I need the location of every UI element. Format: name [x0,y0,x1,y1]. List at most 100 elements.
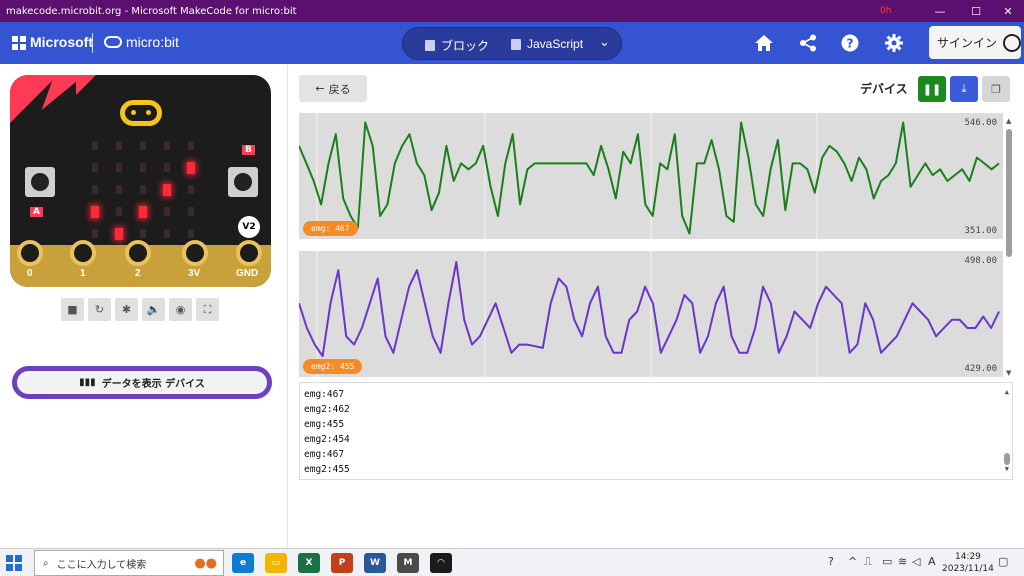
button-b-label: B [242,145,255,155]
serial-console[interactable]: emg:467 emg2:462 emg:455 emg2:454 emg:46… [299,382,1013,480]
photos-app-icon[interactable]: ◠ [430,553,452,573]
led-pixel [92,185,98,194]
led-pixel [92,229,98,238]
pause-button[interactable]: ❚❚ [918,76,946,102]
console-line: emg:455 [304,419,345,430]
product-name[interactable]: micro:bit [126,34,179,50]
chevron-down-icon[interactable]: ⌄ [599,35,610,50]
tab-javascript[interactable]: JavaScript [511,37,583,51]
powerpoint-icon[interactable]: P [331,553,353,573]
microbit-face-logo-icon[interactable] [120,100,162,126]
microsoft-logo-icon [12,36,26,50]
tab-blocks[interactable]: ブロック [425,37,489,54]
show-data-button[interactable]: ▮▮▮ データを表示 デバイス [12,366,272,399]
button-a-label: A [30,207,43,217]
pin-1[interactable] [70,240,96,266]
minimize-button[interactable]: — [924,0,956,22]
charts-scrollbar[interactable]: ▲ ▼ [1005,117,1013,377]
copy-button[interactable]: ❐ [982,76,1010,102]
back-button[interactable]: ← 戻る [299,75,367,102]
series-line-emg2 [299,261,1000,358]
user-avatar-icon [1003,33,1021,52]
scroll-down-icon[interactable]: ▼ [1006,369,1011,377]
fullscreen-icon[interactable]: ⛶ [196,298,219,321]
led-pixel [188,141,194,150]
microbit-board: A B V2 0 1 2 3V GND [10,75,271,287]
pin-label: 1 [80,268,86,279]
volume-icon[interactable]: ◁ [912,555,920,568]
signin-button[interactable]: サインイン [929,26,1021,59]
js-icon [511,38,521,50]
makecode-app-icon[interactable]: M [397,553,419,573]
pin-label: GND [236,268,259,279]
console-line: emg:467 [304,449,345,460]
pin-label: 0 [27,268,33,279]
ime-indicator[interactable]: A [928,555,936,568]
taskbar-search[interactable]: ⌕ ここに入力して検索 ●● [34,550,224,576]
chart-ymin: 351.00 [964,226,997,236]
svg-text:?: ? [847,37,854,51]
maximize-button[interactable]: ☐ [960,0,992,22]
led-pixel [140,185,146,194]
version-badge: V2 [238,216,260,238]
bar-chart-icon: ▮▮▮ [79,377,96,388]
pin-2[interactable] [125,240,151,266]
pin-0[interactable] [17,240,43,266]
back-label: 戻る [328,82,351,96]
wifi-icon[interactable]: ≋ [898,555,907,568]
led-pixel [163,184,171,196]
close-button[interactable]: ✕ [992,0,1024,22]
button-b[interactable] [228,167,258,197]
led-pixel [164,163,170,172]
windows-start-icon[interactable] [6,555,22,571]
help-tray-icon[interactable]: ? [828,555,834,568]
series-tag: emg2: 455 [303,359,363,374]
led-pixel [188,207,194,216]
console-line: emg2:462 [304,404,350,415]
led-pixel [140,229,146,238]
file-explorer-icon[interactable]: ▭ [265,553,287,573]
pin-label: 3V [188,268,201,279]
share-icon[interactable] [797,32,819,54]
screenshot-icon[interactable]: ◉ [169,298,192,321]
debug-icon[interactable]: ✱ [115,298,138,321]
console-line: emg2:455 [304,464,350,475]
led-pixel [92,163,98,172]
pin-3v[interactable] [182,240,208,266]
pin-gnd[interactable] [236,240,262,266]
led-pixel [164,207,170,216]
taskbar-clock[interactable]: 14:29 2023/11/14 [942,551,994,575]
search-placeholder: ここに入力して検索 [56,559,147,571]
scrollbar-thumb[interactable] [1006,129,1012,257]
download-button[interactable]: ⤓ [950,76,978,102]
data-source-title: デバイス [860,82,908,96]
home-icon[interactable] [753,32,775,54]
console-scroll-down-icon[interactable]: ▼ [1005,462,1009,477]
console-scroll-up-icon[interactable]: ▲ [1005,385,1009,400]
led-pixel [139,206,147,218]
led-pixel [187,162,195,174]
button-a[interactable] [25,167,55,197]
stop-icon[interactable]: ■ [61,298,84,321]
emg-plot [299,113,1000,239]
console-line: emg:467 [304,389,345,400]
help-icon[interactable]: ? [839,32,861,54]
led-pixel [140,163,146,172]
network-icon[interactable]: ⎍ [864,555,872,569]
gear-icon[interactable] [883,32,905,54]
editor-toggle: ブロック JavaScript ⌄ [402,27,622,60]
excel-icon[interactable]: X [298,553,320,573]
simulator-toolbar: ■ ↻ ✱ 🔈 ◉ ⛶ [61,298,219,321]
notifications-icon[interactable]: ▢ [998,555,1008,568]
word-icon[interactable]: W [364,553,386,573]
edge-browser-icon[interactable]: e [232,553,254,573]
led-pixel [116,163,122,172]
led-pixel [188,229,194,238]
show-data-label: データを表示 デバイス [101,379,205,390]
restart-icon[interactable]: ↻ [88,298,111,321]
emg-chart: 546.00 351.00 emg: 467 [299,113,1003,239]
mute-icon[interactable]: 🔈 [142,298,165,321]
battery-icon[interactable]: ▭ [882,555,892,568]
chevron-up-icon[interactable]: ^ [848,555,857,568]
scroll-up-icon[interactable]: ▲ [1006,117,1011,125]
